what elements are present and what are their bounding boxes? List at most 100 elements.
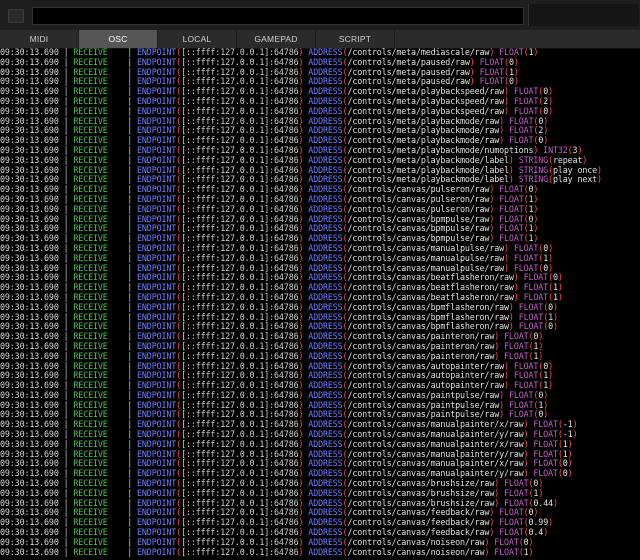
log-direction: RECEIVE xyxy=(73,48,108,57)
log-direction: RECEIVE xyxy=(73,86,108,97)
log-type: FLOAT xyxy=(533,458,558,469)
tab-gamepad[interactable]: GAMEPAD xyxy=(237,30,316,48)
log-separator: | xyxy=(107,184,138,195)
log-endpoint: [::ffff:127.0.0.1]:64786 xyxy=(181,291,299,302)
log-endpoint: [::ffff:127.0.0.1]:64786 xyxy=(181,478,299,489)
log-endpoint: [::ffff:127.0.0.1]:64786 xyxy=(181,184,299,195)
log-direction: RECEIVE xyxy=(73,419,108,430)
log-direction: RECEIVE xyxy=(73,233,108,244)
log-address: /controls/canvas/autopainter/raw xyxy=(347,380,505,391)
log-timestamp: 09:30:13.690 xyxy=(0,311,59,322)
log-address-keyword: ADDRESS xyxy=(308,507,343,518)
log-bracket: ) xyxy=(548,105,554,116)
log-direction: RECEIVE xyxy=(73,252,108,263)
log-bracket: ) xyxy=(548,517,553,528)
log-endpoint-keyword: ENDPOINT xyxy=(137,360,177,371)
log-address: /controls/canvas/manualpainter/y/raw xyxy=(347,429,524,440)
log-address-keyword: ADDRESS xyxy=(308,419,343,430)
log-endpoint: [::ffff:127.0.0.1]:64786 xyxy=(181,56,299,67)
log-separator: | xyxy=(107,125,138,136)
log-endpoint-keyword: ENDPOINT xyxy=(137,115,177,126)
log-address: /controls/canvas/brushsize/raw xyxy=(347,497,495,508)
log-value: 0.44 xyxy=(533,497,553,508)
log-endpoint: [::ffff:127.0.0.1]:64786 xyxy=(181,409,299,420)
log-endpoint: [::ffff:127.0.0.1]:64786 xyxy=(181,448,299,459)
log-endpoint-keyword: ENDPOINT xyxy=(137,536,177,547)
log-separator: | xyxy=(58,527,74,538)
log-endpoint: [::ffff:127.0.0.1]:64786 xyxy=(181,233,299,244)
tab-osc[interactable]: OSC xyxy=(79,30,158,48)
log-separator: | xyxy=(107,507,138,518)
log-direction: RECEIVE xyxy=(73,321,108,332)
log-timestamp: 09:30:13.690 xyxy=(0,48,59,57)
log-address-keyword: ADDRESS xyxy=(308,380,343,391)
log-timestamp: 09:30:13.690 xyxy=(0,125,59,136)
log-direction: RECEIVE xyxy=(73,360,108,371)
log-direction: RECEIVE xyxy=(73,340,108,351)
log-timestamp: 09:30:13.690 xyxy=(0,487,59,498)
log-separator: | xyxy=(107,105,138,116)
log-address: /controls/canvas/noiseon/raw xyxy=(347,536,485,547)
log-address-keyword: ADDRESS xyxy=(308,429,343,440)
log-separator: | xyxy=(107,203,138,214)
tab-script[interactable]: SCRIPT xyxy=(316,30,395,48)
log-type: FLOAT xyxy=(504,497,529,508)
log-endpoint: [::ffff:127.0.0.1]:64786 xyxy=(181,203,299,214)
log-separator: | xyxy=(58,331,74,342)
log-endpoint: [::ffff:127.0.0.1]:64786 xyxy=(181,311,299,322)
log-address: /controls/canvas/manualpainter/y/raw xyxy=(347,448,524,459)
top-input-field[interactable] xyxy=(32,7,524,25)
log-endpoint: [::ffff:127.0.0.1]:64786 xyxy=(181,144,299,155)
log-address-keyword: ADDRESS xyxy=(308,56,343,67)
log-bracket: ) xyxy=(538,478,544,489)
log-endpoint-keyword: ENDPOINT xyxy=(137,468,177,479)
tab-local[interactable]: LOCAL xyxy=(158,30,237,48)
log-address-keyword: ADDRESS xyxy=(308,478,343,489)
log-bracket: ) xyxy=(533,233,539,244)
log-value: 0.99 xyxy=(528,517,549,528)
log-direction: RECEIVE xyxy=(73,223,108,234)
log-direction: RECEIVE xyxy=(73,311,108,322)
log-bracket: ) xyxy=(543,135,549,146)
log-endpoint: [::ffff:127.0.0.1]:64786 xyxy=(181,429,299,440)
log-timestamp: 09:30:13.690 xyxy=(0,144,59,155)
log-type: FLOAT xyxy=(513,252,539,263)
log-endpoint-keyword: ENDPOINT xyxy=(137,144,177,155)
log-endpoint-keyword: ENDPOINT xyxy=(137,409,177,420)
log-timestamp: 09:30:13.690 xyxy=(0,193,59,204)
log-address: /controls/canvas/brushsize/raw xyxy=(347,478,495,489)
osc-log[interactable]: 09:30:13.690 | RECEIVE | ENDPOINT([::fff… xyxy=(0,48,640,560)
log-separator: | xyxy=(58,125,74,136)
log-timestamp: 09:30:13.690 xyxy=(0,507,59,518)
log-type: FLOAT xyxy=(499,203,524,214)
log-direction: RECEIVE xyxy=(73,448,108,459)
log-address: /controls/canvas/pulseron/raw xyxy=(347,184,490,195)
log-address: /controls/canvas/manualpulse/raw xyxy=(347,252,505,263)
tab-midi[interactable]: MIDI xyxy=(0,30,79,48)
log-direction: RECEIVE xyxy=(73,301,108,312)
log-separator: | xyxy=(58,438,74,449)
log-timestamp: 09:30:13.690 xyxy=(0,468,59,479)
log-bracket: ) xyxy=(533,193,539,204)
log-address-keyword: ADDRESS xyxy=(308,203,343,214)
log-timestamp: 09:30:13.690 xyxy=(0,95,59,106)
log-separator: | xyxy=(58,478,74,489)
log-separator: | xyxy=(107,370,138,381)
log-endpoint: [::ffff:127.0.0.1]:64786 xyxy=(181,527,299,538)
log-bracket: ) xyxy=(533,223,539,234)
log-endpoint: [::ffff:127.0.0.1]:64786 xyxy=(181,193,299,204)
log-timestamp: 09:30:13.690 xyxy=(0,438,59,449)
log-type: FLOAT xyxy=(494,546,519,557)
log-bracket: ) xyxy=(533,213,539,224)
log-separator: | xyxy=(107,389,138,400)
log-endpoint: [::ffff:127.0.0.1]:64786 xyxy=(181,458,299,469)
log-separator: | xyxy=(58,135,74,146)
log-separator: | xyxy=(58,419,74,430)
log-bracket: ) xyxy=(557,291,563,302)
log-bracket: ) xyxy=(553,301,558,312)
log-type: FLOAT xyxy=(499,193,524,204)
log-bracket: ) xyxy=(513,66,519,77)
window-handle[interactable] xyxy=(8,9,24,23)
log-timestamp: 09:30:13.690 xyxy=(0,76,59,87)
log-address-keyword: ADDRESS xyxy=(308,213,343,224)
